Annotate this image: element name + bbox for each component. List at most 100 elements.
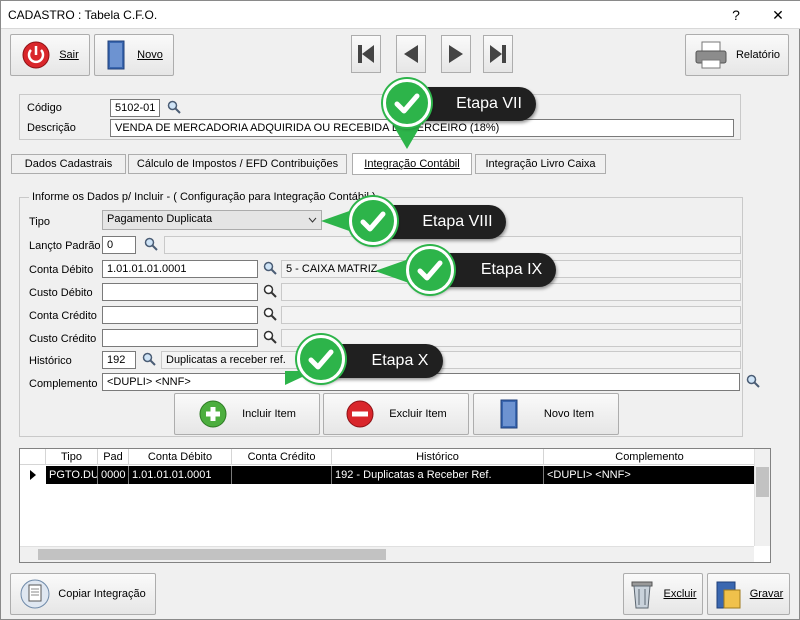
table-row[interactable]: PGTO.DU 0000 1.01.01.01.0001 192 - Dupli…: [46, 466, 756, 484]
grid-header: Tipo Pad Conta Débito Conta Crédito Hist…: [20, 449, 770, 465]
help-button[interactable]: ?: [721, 5, 751, 25]
next-record-button[interactable]: [441, 35, 471, 73]
title-bar: CADASTRO : Tabela C.F.O. ? ✕: [1, 1, 800, 29]
code-label: Código: [27, 102, 62, 114]
vertical-scrollbar[interactable]: [754, 449, 770, 546]
search-cost-debit-icon[interactable]: [263, 284, 277, 298]
search-lancto-icon[interactable]: [144, 237, 158, 251]
cost-credit-input[interactable]: [102, 329, 258, 347]
plus-icon: [199, 400, 227, 428]
power-icon: [22, 41, 50, 69]
door-icon: [500, 399, 518, 429]
exit-button[interactable]: Sair: [10, 34, 90, 76]
copy-integration-button[interactable]: Copiar Integração: [10, 573, 156, 615]
cell-debito: 1.01.01.01.0001: [129, 466, 232, 484]
cost-debit-input[interactable]: [102, 283, 258, 301]
save-label: Gravar: [749, 588, 784, 600]
lancto-input[interactable]: 0: [102, 236, 136, 254]
checkmark-icon: [417, 260, 443, 281]
tipo-value: Pagamento Duplicata: [107, 213, 213, 225]
complement-label: Complemento: [29, 378, 98, 390]
delete-label: Excluir: [663, 588, 697, 600]
new-item-label: Novo Item: [543, 408, 595, 420]
credit-label: Conta Crédito: [29, 310, 97, 322]
tab-dados-cadastrais[interactable]: Dados Cadastrais: [11, 154, 126, 174]
items-grid: Tipo Pad Conta Débito Conta Crédito Hist…: [19, 448, 771, 563]
delete-button[interactable]: Excluir: [623, 573, 703, 615]
cell-tipo: PGTO.DU: [46, 466, 98, 484]
credit-input[interactable]: [102, 306, 258, 324]
tab-calculo-impostos[interactable]: Cálculo de Impostos / EFD Contribuições: [128, 154, 347, 174]
previous-icon: [404, 45, 418, 63]
grid-header-credito: Conta Crédito: [232, 449, 332, 465]
checkmark-icon: [394, 93, 420, 114]
cell-pad: 0000: [98, 466, 129, 484]
cell-historico: 192 - Duplicatas a Receber Ref.: [332, 466, 544, 484]
cost-credit-label: Custo Crédito: [29, 333, 97, 345]
check-icon: [297, 335, 345, 383]
save-folder-icon: [716, 581, 741, 609]
debit-input[interactable]: 1.01.01.01.0001: [102, 260, 258, 278]
new-item-button[interactable]: Novo Item: [473, 393, 619, 435]
check-icon: [349, 197, 397, 245]
search-cost-credit-icon[interactable]: [263, 330, 277, 344]
last-record-button[interactable]: [483, 35, 513, 73]
printer-icon: [695, 41, 727, 69]
tipo-label: Tipo: [29, 216, 50, 228]
copy-document-icon: [20, 579, 50, 609]
horizontal-scrollbar[interactable]: [20, 546, 754, 562]
horizontal-scroll-thumb[interactable]: [38, 549, 386, 560]
delete-item-button[interactable]: Excluir Item: [323, 393, 469, 435]
last-icon: [490, 45, 506, 63]
tipo-select[interactable]: Pagamento Duplicata: [102, 210, 322, 230]
next-icon: [449, 45, 463, 63]
search-code-icon[interactable]: [167, 100, 181, 114]
history-label: Histórico: [29, 355, 72, 367]
grid-header-debito: Conta Débito: [129, 449, 232, 465]
row-indicator: [20, 466, 46, 484]
lancto-label: Lançto Padrão: [29, 240, 101, 252]
grid-header-indicator: [20, 449, 46, 465]
credit-desc: [281, 306, 741, 324]
vertical-scroll-thumb[interactable]: [756, 467, 769, 497]
report-label: Relatório: [735, 49, 781, 61]
save-button[interactable]: Gravar: [707, 573, 790, 615]
first-record-button[interactable]: [351, 35, 381, 73]
trash-icon: [631, 581, 653, 609]
close-button[interactable]: ✕: [763, 5, 793, 25]
tab-integracao-contabil-label: Integração Contábil: [364, 158, 460, 170]
search-credit-icon[interactable]: [263, 307, 277, 321]
door-icon: [107, 40, 125, 70]
check-icon: [406, 246, 454, 294]
window-title: CADASTRO : Tabela C.F.O.: [8, 8, 158, 22]
description-label: Descrição: [27, 122, 76, 134]
new-button[interactable]: Novo: [94, 34, 174, 76]
copy-integration-label: Copiar Integração: [58, 588, 146, 600]
search-debit-icon[interactable]: [263, 261, 277, 275]
history-input[interactable]: 192: [102, 351, 136, 369]
minus-icon: [346, 400, 374, 428]
search-complement-icon[interactable]: [746, 374, 760, 388]
previous-record-button[interactable]: [396, 35, 426, 73]
group-title: Informe os Dados p/ Incluir - ( Configur…: [29, 191, 379, 203]
cfo-window: CADASTRO : Tabela C.F.O. ? ✕ Sair Novo R…: [0, 0, 800, 620]
report-button[interactable]: Relatório: [685, 34, 789, 76]
code-input[interactable]: 5102-01: [110, 99, 160, 117]
check-icon: [383, 79, 431, 127]
first-icon: [358, 45, 374, 63]
exit-label: Sair: [59, 49, 79, 61]
history-desc: Duplicatas a receber ref.: [161, 351, 741, 369]
callout-etapa-ix-pointer: [375, 259, 409, 283]
include-item-button[interactable]: Incluir Item: [174, 393, 320, 435]
tab-integracao-livro-caixa[interactable]: Integração Livro Caixa: [475, 154, 606, 174]
cell-complemento: <DUPLI> <NNF>: [547, 469, 631, 481]
row-pointer-icon: [30, 470, 36, 480]
delete-item-label: Excluir Item: [389, 408, 447, 420]
search-history-icon[interactable]: [142, 352, 156, 366]
chevron-down-icon: [308, 217, 317, 223]
include-item-label: Incluir Item: [242, 408, 296, 420]
tab-integracao-contabil[interactable]: Integração Contábil: [352, 153, 472, 175]
grid-header-tipo: Tipo: [46, 449, 98, 465]
cell-credito: [232, 466, 332, 484]
grid-header-complemento: Complemento: [544, 449, 756, 465]
